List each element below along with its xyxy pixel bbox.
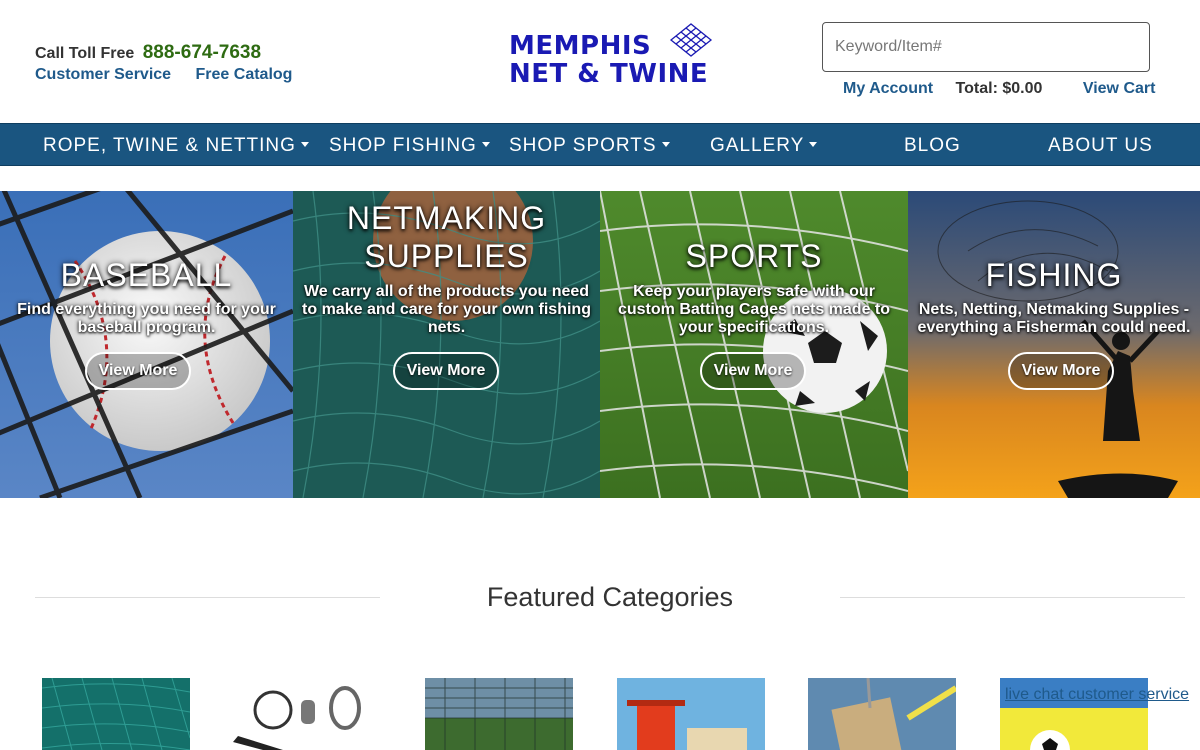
nav-shop-fishing[interactable]: SHOP FISHING xyxy=(329,124,490,167)
closeout-sign-image xyxy=(808,678,956,750)
contact-block: Call Toll Free 888-674-7638 Customer Ser… xyxy=(35,42,312,84)
panel-title: SPORTS xyxy=(685,238,823,274)
nav-shop-sports[interactable]: SHOP SPORTS xyxy=(509,124,670,167)
batting-cage-image xyxy=(425,678,573,750)
panel-description: Keep your players safe with our custom B… xyxy=(617,283,891,336)
nav-label: SHOP FISHING xyxy=(329,135,477,156)
cart-total: Total: $0.00 xyxy=(955,80,1043,97)
call-label: Call Toll Free xyxy=(35,45,135,62)
caret-down-icon xyxy=(300,141,309,147)
nav-blog[interactable]: BLOG xyxy=(904,124,961,167)
net-logo-icon xyxy=(669,23,713,57)
view-more-button[interactable]: View More xyxy=(700,352,806,390)
nav-label: BLOG xyxy=(904,135,961,156)
logo-line1: MEMPHIS xyxy=(509,31,652,61)
panel-title: BASEBALL xyxy=(60,257,233,293)
caret-down-icon xyxy=(661,141,670,147)
logo-line2: NET & TWINE xyxy=(509,59,709,89)
my-account-link[interactable]: My Account xyxy=(843,80,933,97)
panel-title: FISHING xyxy=(985,257,1123,293)
nav-rope-twine-netting[interactable]: ROPE, TWINE & NETTING xyxy=(43,124,309,167)
caret-down-icon xyxy=(481,141,490,147)
free-catalog-link[interactable]: Free Catalog xyxy=(196,66,293,83)
category-thumb-batting-cages[interactable] xyxy=(425,678,573,750)
toll-free-row: Call Toll Free 888-674-7638 xyxy=(35,42,312,64)
main-nav: ROPE, TWINE & NETTING SHOP FISHING SHOP … xyxy=(0,123,1200,166)
live-chat-link[interactable]: live chat customer service xyxy=(1005,686,1189,704)
category-thumb-twine[interactable] xyxy=(617,678,765,750)
hero-panel-netmaking[interactable]: NETMAKING SUPPLIES We carry all of the p… xyxy=(293,191,600,498)
view-more-button[interactable]: View More xyxy=(85,352,191,390)
nav-label: ROPE, TWINE & NETTING xyxy=(43,135,296,156)
nav-label: ABOUT US xyxy=(1048,135,1153,156)
panel-description: Find everything you need for your baseba… xyxy=(17,301,276,336)
hero-panel-baseball[interactable]: BASEBALL Find everything you need for yo… xyxy=(0,191,293,498)
hero-panel-sports[interactable]: SPORTS Keep your players safe with our c… xyxy=(600,191,908,498)
account-row: My Account Total: $0.00 View Cart xyxy=(843,80,1155,98)
view-more-button[interactable]: View More xyxy=(1008,352,1114,390)
featured-categories-heading: Featured Categories xyxy=(486,582,734,612)
baseball-image xyxy=(0,191,293,498)
panel-description: We carry all of the products you need to… xyxy=(302,283,591,336)
nav-label: GALLERY xyxy=(710,135,805,156)
twine-spools-image xyxy=(617,678,765,750)
site-logo[interactable]: MEMPHIS NET & TWINE xyxy=(509,22,719,89)
green-netting-image xyxy=(42,678,190,750)
category-thumb-closeout[interactable] xyxy=(808,678,956,750)
fisherman-image xyxy=(908,191,1200,498)
customer-service-link[interactable]: Customer Service xyxy=(35,66,171,83)
phone-number[interactable]: 888-674-7638 xyxy=(143,42,261,63)
nav-gallery[interactable]: GALLERY xyxy=(710,124,818,167)
swivel-clips-image xyxy=(233,678,381,750)
nav-label: SHOP SPORTS xyxy=(509,135,657,156)
panel-description: Nets, Netting, Netmaking Supplies - ever… xyxy=(917,301,1191,336)
site-header: Call Toll Free 888-674-7638 Customer Ser… xyxy=(0,0,1200,123)
search-input[interactable] xyxy=(822,22,1150,72)
category-thumb-hardware[interactable] xyxy=(233,678,381,750)
caret-down-icon xyxy=(809,141,818,147)
category-thumb-netting[interactable] xyxy=(42,678,190,750)
hero-panels: BASEBALL Find everything you need for yo… xyxy=(0,191,1200,498)
nav-about-us[interactable]: ABOUT US xyxy=(1048,124,1153,167)
hero-panel-fishing[interactable]: FISHING Nets, Netting, Netmaking Supplie… xyxy=(908,191,1200,498)
panel-title: NETMAKING SUPPLIES xyxy=(346,200,547,274)
view-cart-link[interactable]: View Cart xyxy=(1083,80,1156,97)
view-more-button[interactable]: View More xyxy=(393,352,499,390)
